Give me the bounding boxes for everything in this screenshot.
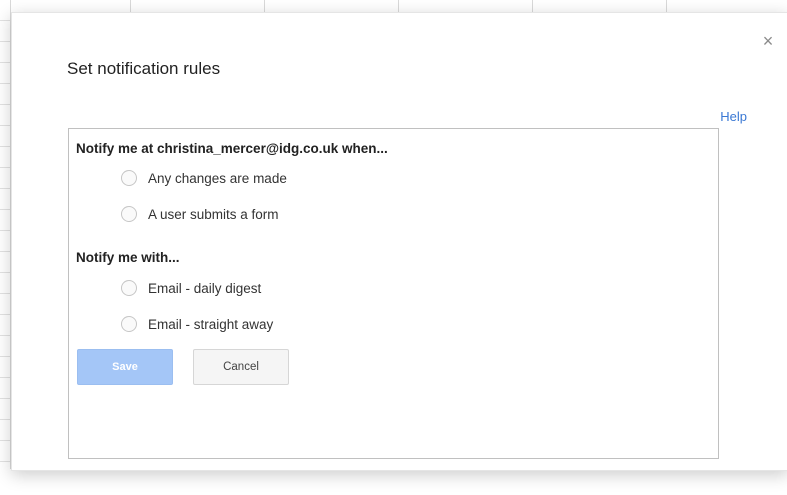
grid-bottom-area [0,469,787,495]
radio-button[interactable] [121,206,137,222]
option-label: Any changes are made [148,170,287,186]
grid-column-line [398,0,399,12]
grid-column-line [532,0,533,12]
grid-row-strip [0,0,11,495]
rules-panel: Notify me at christina_mercer@idg.co.uk … [68,128,719,459]
help-link[interactable]: Help [720,109,747,124]
option-straight-away[interactable]: Email - straight away [121,316,273,332]
notify-when-heading: Notify me at christina_mercer@idg.co.uk … [76,141,388,156]
option-form-submit[interactable]: A user submits a form [121,206,279,222]
radio-button[interactable] [121,316,137,332]
dialog-title: Set notification rules [67,59,221,78]
save-button[interactable]: Save [77,349,173,385]
radio-button[interactable] [121,280,137,296]
option-any-changes[interactable]: Any changes are made [121,170,287,186]
option-label: A user submits a form [148,206,279,222]
grid-column-line [130,0,131,12]
option-label: Email - daily digest [148,280,262,296]
grid-column-line [666,0,667,12]
notify-with-heading: Notify me with... [76,250,180,265]
notification-rules-dialog: × Set notification rules Help Notify me … [11,12,787,471]
grid-column-line [264,0,265,12]
radio-button[interactable] [121,170,137,186]
option-daily-digest[interactable]: Email - daily digest [121,280,261,296]
cancel-button[interactable]: Cancel [193,349,289,385]
close-icon[interactable]: × [760,32,776,50]
option-label: Email - straight away [148,316,274,332]
